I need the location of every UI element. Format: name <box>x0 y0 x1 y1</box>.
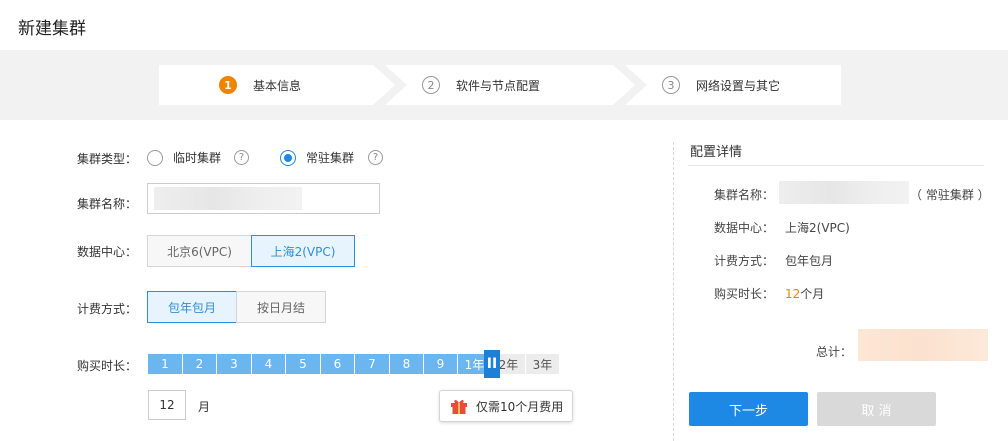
duration-tick[interactable]: 5 <box>286 354 321 374</box>
billing-option-daily-monthly[interactable]: 按日月结 <box>236 291 326 323</box>
summary-duration-label: 购买时长： <box>714 287 775 301</box>
summary-duration-number: 12 <box>785 287 801 301</box>
summary-divider <box>688 165 984 166</box>
duration-slider[interactable]: 1 2 3 4 5 6 7 8 9 1年 2年 3年 II <box>148 350 560 378</box>
step-bar: 1 基本信息 2 软件与节点配置 3 网络设置与其它 <box>0 50 1008 120</box>
step-software-nodes: 2 软件与节点配置 <box>422 65 650 105</box>
duration-tick[interactable]: 2 <box>183 354 217 374</box>
summary-datacenter-label: 数据中心： <box>714 221 775 235</box>
duration-tick[interactable]: 3年 <box>526 354 560 374</box>
summary-datacenter-value: 上海2(VPC) <box>785 221 850 235</box>
summary-billing-value: 包年包月 <box>785 254 834 268</box>
radio-label-temporary: 临时集群 <box>173 151 222 165</box>
page-title: 新建集群 <box>18 19 86 39</box>
promo-text: 仅需10个月费用 <box>476 399 564 414</box>
duration-tick[interactable]: 1 <box>148 354 183 374</box>
step-number-3: 3 <box>662 76 680 94</box>
slider-handle[interactable]: II <box>484 350 500 378</box>
radio-label-permanent: 常驻集群 <box>306 151 355 165</box>
billing-label: 计费方式： <box>77 302 138 316</box>
step-label-3: 网络设置与其它 <box>696 78 781 93</box>
step-basic-info: 1 基本信息 <box>219 65 447 105</box>
months-unit: 月 <box>198 400 211 414</box>
duration-tick[interactable]: 6 <box>321 354 355 374</box>
help-icon[interactable]: ? <box>368 150 383 165</box>
cluster-type-label: 集群类型： <box>77 152 138 166</box>
step-number-2: 2 <box>422 76 440 94</box>
datacenter-label: 数据中心： <box>77 245 138 259</box>
radio-dot[interactable] <box>147 149 163 166</box>
months-input[interactable]: 12 <box>148 390 186 420</box>
summary-title: 配置详情 <box>690 145 743 160</box>
cluster-name-label: 集群名称： <box>77 197 138 211</box>
create-cluster-page: 新建集群 1 基本信息 2 软件与节点配置 3 网络设置与其它 集群类型： 临时… <box>0 0 1008 441</box>
radio-permanent-cluster[interactable]: 常驻集群 <box>280 149 354 166</box>
step-network-other: 3 网络设置与其它 <box>662 65 890 105</box>
duration-label: 购买时长： <box>77 359 138 373</box>
cluster-name-value-redacted <box>154 187 302 210</box>
summary-duration-value: 12个月 <box>785 285 824 302</box>
step-label-2: 软件与节点配置 <box>456 78 541 93</box>
cluster-name-input[interactable] <box>147 183 380 214</box>
step-label-1: 基本信息 <box>253 78 302 93</box>
summary-duration-unit: 个月 <box>800 287 825 301</box>
datacenter-option-beijing6[interactable]: 北京6(VPC) <box>147 235 252 267</box>
billing-option-annual-monthly[interactable]: 包年包月 <box>147 291 237 323</box>
summary-name-value-redacted <box>779 181 909 204</box>
duration-tick[interactable]: 8 <box>390 354 424 374</box>
datacenter-option-shanghai2[interactable]: 上海2(VPC) <box>251 235 355 267</box>
gift-icon <box>451 399 467 414</box>
summary-name-suffix: （ 常驻集群 ） <box>910 188 990 202</box>
summary-total-value-redacted <box>858 329 988 361</box>
summary-name-label: 集群名称： <box>714 188 775 202</box>
step-number-1: 1 <box>219 76 237 94</box>
promo-badge: 仅需10个月费用 <box>439 390 573 422</box>
duration-tick[interactable]: 7 <box>355 354 390 374</box>
panel-divider <box>673 142 674 441</box>
help-icon[interactable]: ? <box>234 150 249 165</box>
cancel-button[interactable]: 取 消 <box>817 392 936 426</box>
next-step-button[interactable]: 下一步 <box>689 392 808 426</box>
summary-billing-label: 计费方式： <box>714 254 775 268</box>
summary-total-label: 总计： <box>816 345 853 359</box>
radio-dot-checked[interactable] <box>280 149 296 166</box>
duration-tick[interactable]: 9 <box>424 354 458 374</box>
duration-tick[interactable]: 4 <box>252 354 286 374</box>
duration-tick[interactable]: 3 <box>217 354 252 374</box>
steps: 1 基本信息 2 软件与节点配置 3 网络设置与其它 <box>159 65 841 105</box>
radio-temporary-cluster[interactable]: 临时集群 <box>147 149 221 166</box>
